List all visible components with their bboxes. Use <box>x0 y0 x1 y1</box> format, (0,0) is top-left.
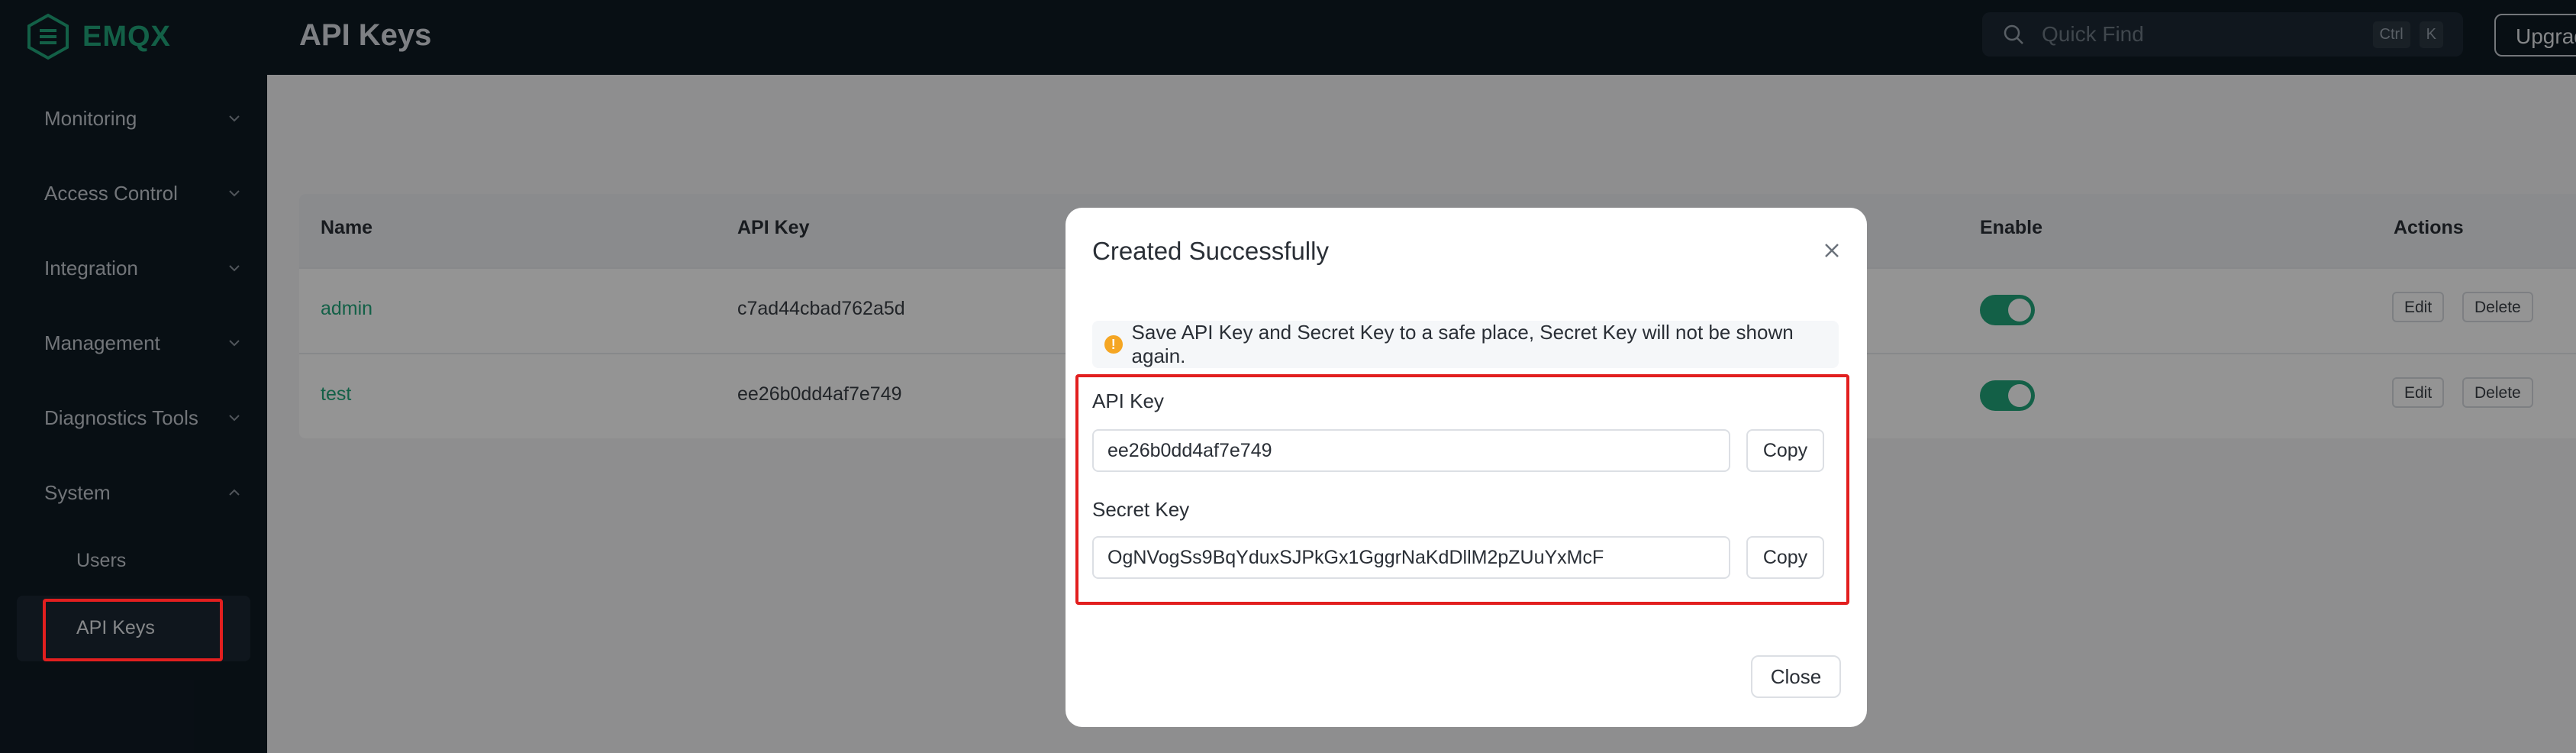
warning-icon: ! <box>1104 335 1123 354</box>
highlight-box-keys <box>1075 374 1849 605</box>
close-icon[interactable] <box>1820 238 1844 263</box>
close-button[interactable]: Close <box>1751 655 1841 698</box>
dialog-title: Created Successfully <box>1092 237 1329 265</box>
created-successfully-dialog: Created Successfully ! Save API Key and … <box>1066 208 1867 727</box>
warning-text: Save API Key and Secret Key to a safe pl… <box>1131 321 1794 367</box>
warning-alert: ! Save API Key and Secret Key to a safe … <box>1092 321 1839 368</box>
highlight-box-sidebar <box>43 599 223 661</box>
